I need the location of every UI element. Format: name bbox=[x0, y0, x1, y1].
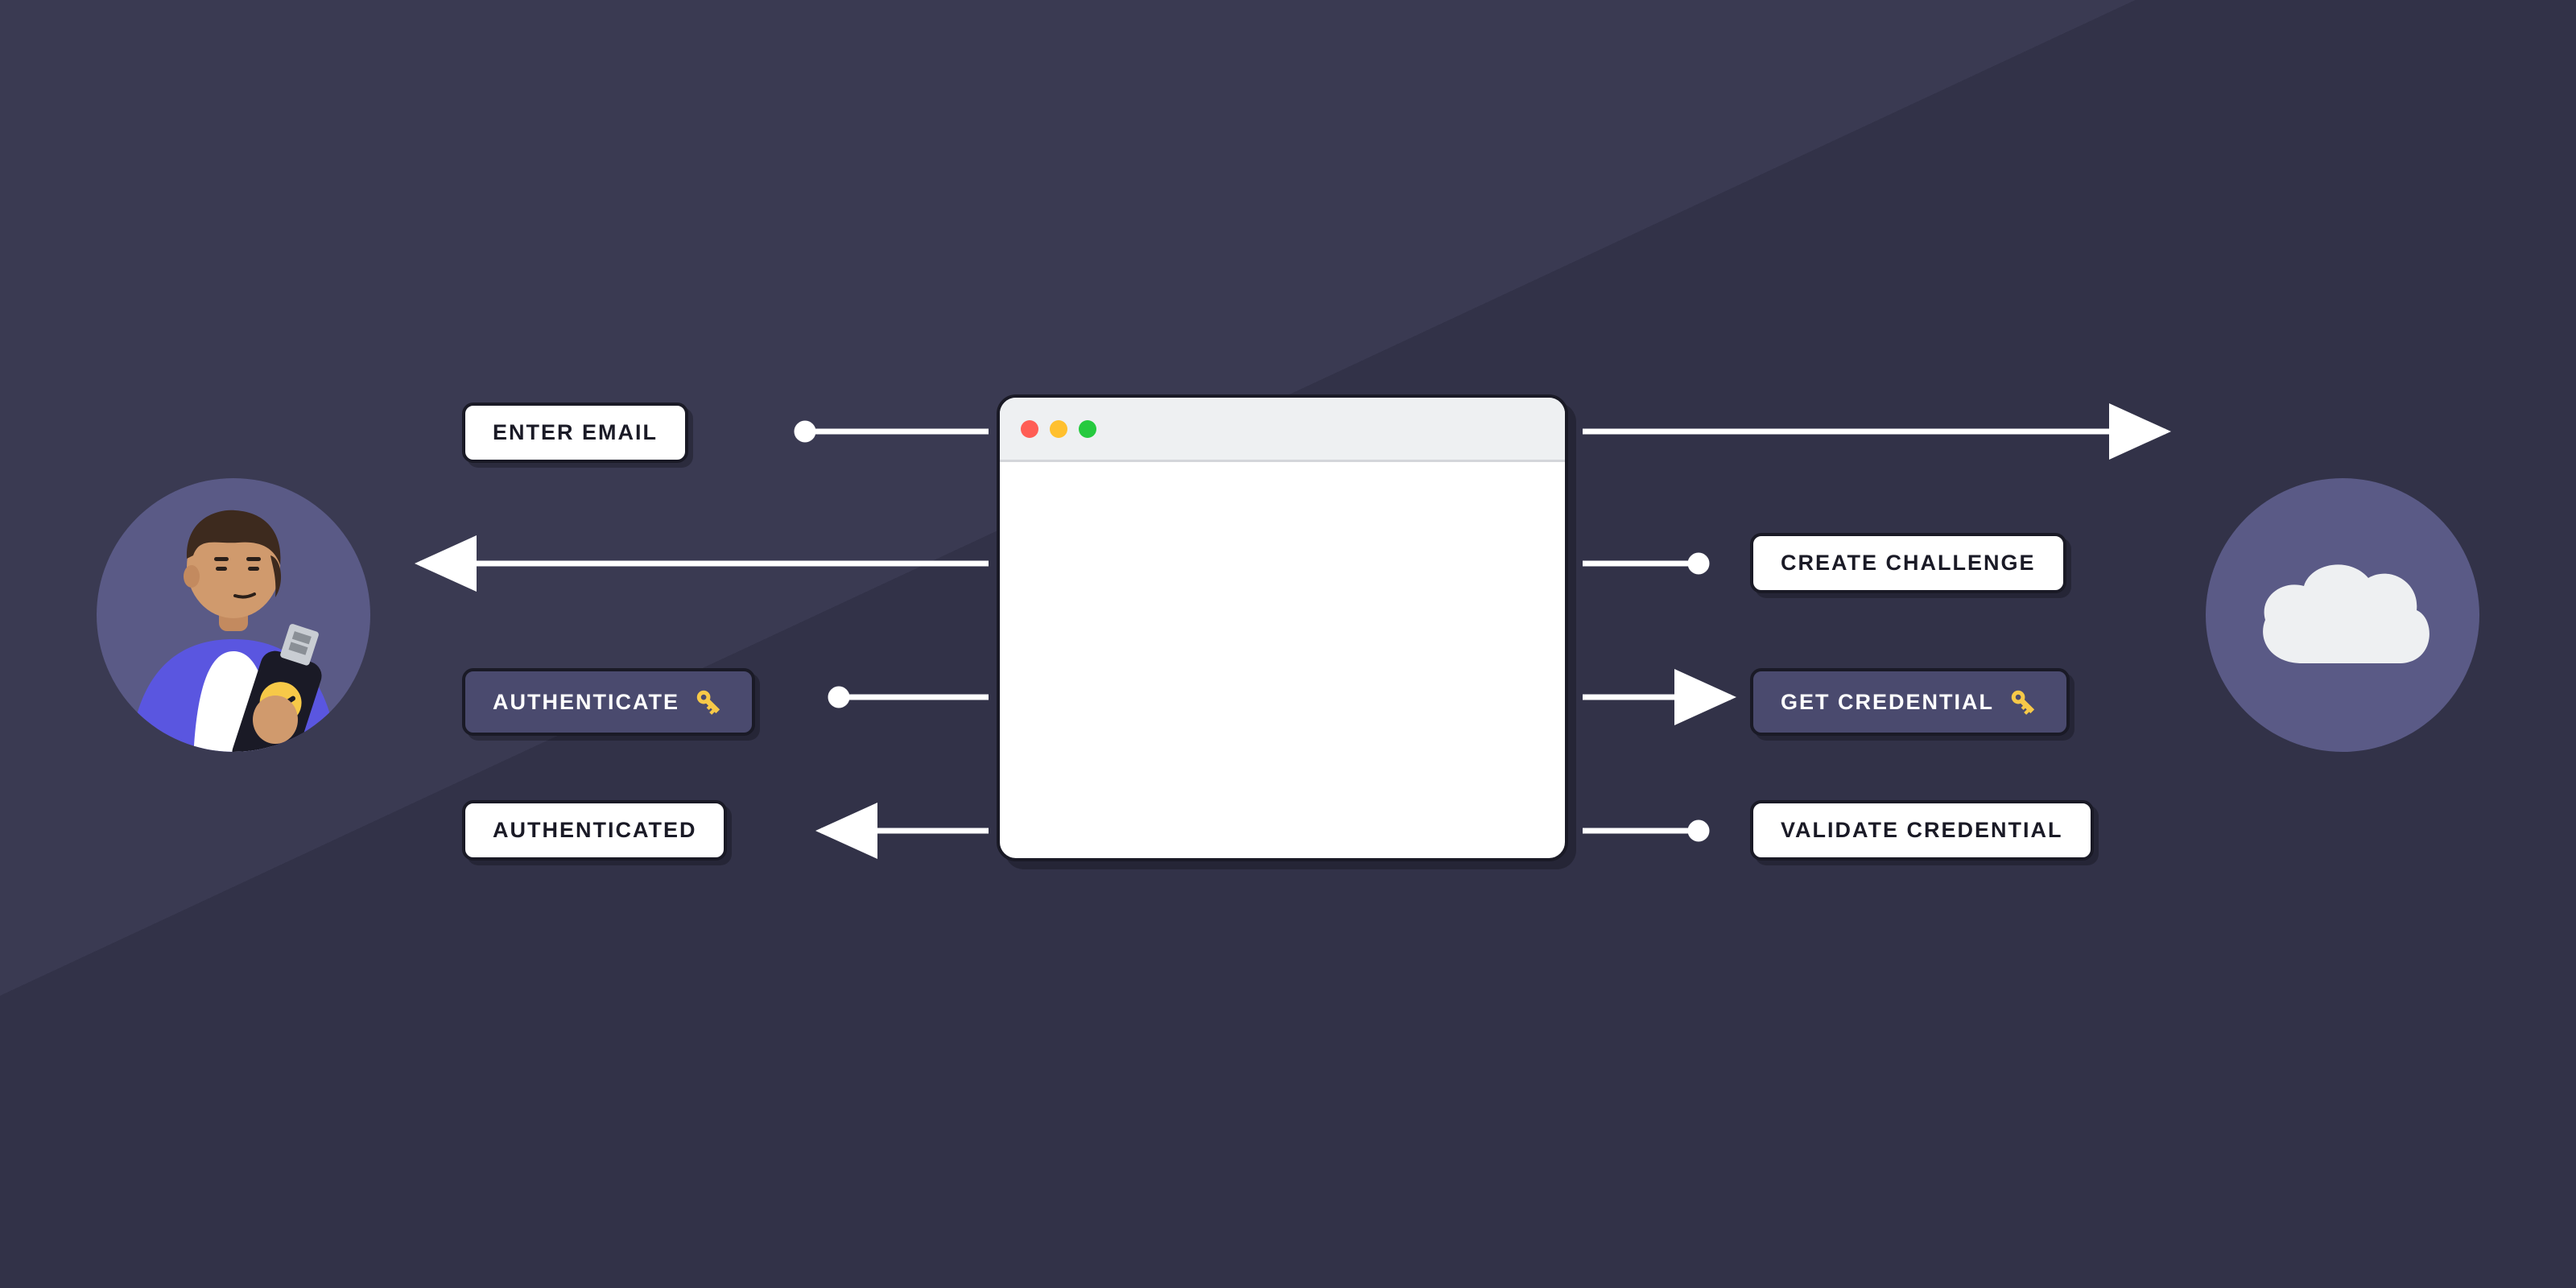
connectors bbox=[0, 0, 2576, 1288]
diagram-stage: ENTER EMAIL AUTHENTICATE AUTHENTICATED C… bbox=[0, 0, 2576, 1288]
